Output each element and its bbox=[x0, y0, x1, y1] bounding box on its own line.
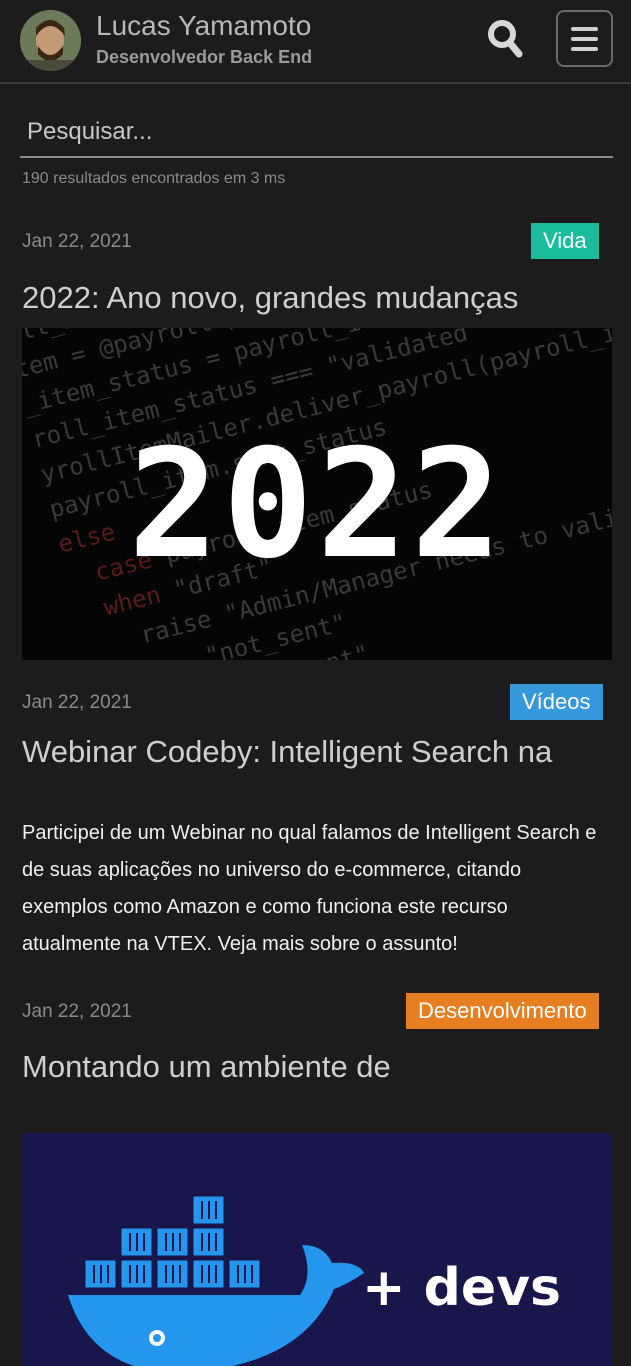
post-title[interactable]: Montando um ambiente de bbox=[22, 1049, 391, 1085]
post-date: Jan 22, 2021 bbox=[22, 231, 132, 252]
post-image[interactable]: + devs bbox=[22, 1133, 612, 1366]
image-caption-text: + devs bbox=[362, 1258, 562, 1318]
author-role: Desenvolvedor Back End bbox=[96, 47, 313, 67]
post-title[interactable]: 2022: Ano novo, grandes mudanças bbox=[22, 280, 518, 316]
image-year-text: 2022 bbox=[128, 418, 506, 592]
hamburger-menu-icon[interactable] bbox=[556, 10, 613, 67]
post-tag[interactable]: Vídeos bbox=[510, 684, 603, 720]
post-date: Jan 22, 2021 bbox=[22, 1001, 132, 1022]
post-tag[interactable]: Vida bbox=[531, 223, 599, 259]
docker-whale-icon bbox=[68, 1193, 364, 1366]
post-title[interactable]: Webinar Codeby: Intelligent Search na bbox=[22, 734, 552, 770]
search-input[interactable] bbox=[20, 108, 613, 158]
post-date: Jan 22, 2021 bbox=[22, 692, 132, 713]
post-tag[interactable]: Desenvolvimento bbox=[406, 993, 599, 1029]
avatar[interactable] bbox=[20, 10, 81, 71]
results-count: 190 resultados encontrados em 3 ms bbox=[22, 170, 286, 187]
site-header: Lucas Yamamoto Desenvolvedor Back End bbox=[0, 0, 631, 84]
search-icon[interactable] bbox=[486, 18, 524, 60]
author-name[interactable]: Lucas Yamamoto bbox=[96, 10, 311, 42]
post-image[interactable]: oll_item.payroll_item.current_ tem = @pa… bbox=[22, 328, 612, 660]
post-description: Participei de um Webinar no qual falamos… bbox=[22, 822, 597, 955]
